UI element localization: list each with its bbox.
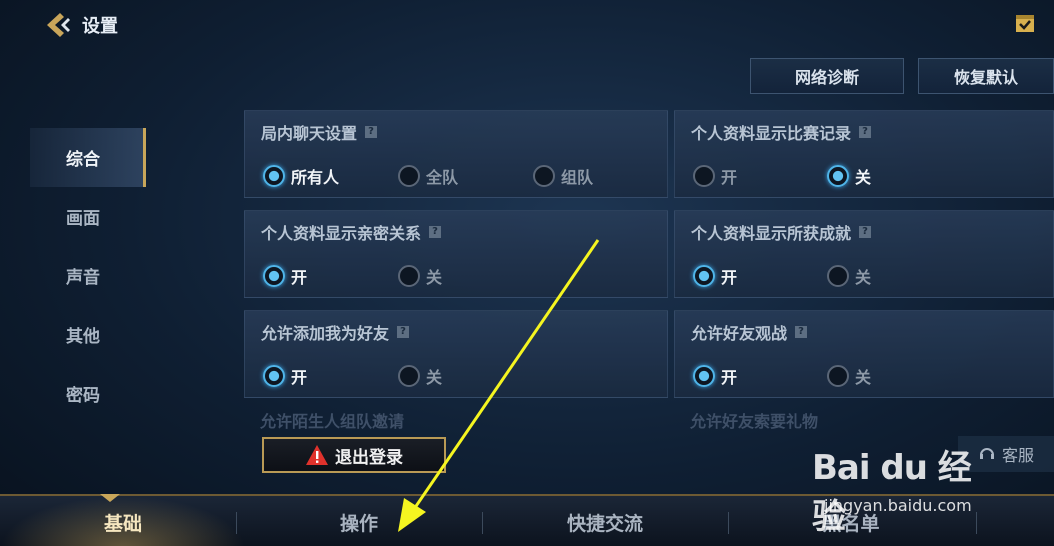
radio-dot bbox=[263, 165, 285, 187]
active-tab-caret bbox=[100, 494, 120, 502]
radio-add-friend-off[interactable]: 关 bbox=[398, 364, 442, 388]
watermark-url: jingyan.baidu.com bbox=[824, 496, 972, 515]
spectate-panel: 允许好友观战? 开 关 bbox=[674, 310, 1054, 398]
radio-achievements-on[interactable]: 开 bbox=[693, 264, 737, 288]
sidebar-item-graphics[interactable]: 画面 bbox=[30, 187, 146, 246]
restore-default-button[interactable]: 恢复默认 bbox=[918, 58, 1054, 94]
radio-achievements-off[interactable]: 关 bbox=[827, 264, 871, 288]
help-icon[interactable]: ? bbox=[429, 226, 442, 238]
top-bar: 设置 bbox=[0, 0, 1054, 48]
panel-title: 允许添加我为好友 bbox=[261, 324, 390, 343]
tab-basic[interactable]: 基础 bbox=[0, 494, 246, 546]
panel-title: 个人资料显示所获成就 bbox=[691, 224, 852, 243]
help-icon[interactable]: ? bbox=[859, 226, 872, 238]
radio-dot bbox=[398, 365, 420, 387]
gift-request-title: 允许好友索要礼物 bbox=[690, 412, 819, 431]
baidu-watermark: Bai du 经验 jingyan.baidu.com bbox=[812, 436, 1002, 537]
radio-match-record-off[interactable]: 关 bbox=[827, 164, 871, 188]
sidebar: 综合 画面 声音 其他 密码 bbox=[30, 128, 146, 423]
radio-intimacy-off[interactable]: 关 bbox=[398, 264, 442, 288]
add-friend-panel: 允许添加我为好友? 开 关 bbox=[244, 310, 668, 398]
sidebar-item-other[interactable]: 其他 bbox=[30, 305, 146, 364]
panel-title: 允许好友观战 bbox=[691, 324, 788, 343]
tab-label: 基础 bbox=[103, 512, 142, 535]
back-icon[interactable] bbox=[44, 10, 74, 40]
radio-chat-team[interactable]: 全队 bbox=[398, 164, 458, 188]
radio-chat-party[interactable]: 组队 bbox=[533, 164, 593, 188]
radio-dot bbox=[263, 365, 285, 387]
achievements-panel: 个人资料显示所获成就? 开 关 bbox=[674, 210, 1054, 298]
mission-icon[interactable] bbox=[1014, 12, 1036, 34]
tab-label: 操作 bbox=[339, 512, 378, 535]
chat-setting-panel: 局内聊天设置? 所有人 全队 组队 bbox=[244, 110, 668, 198]
help-icon[interactable]: ? bbox=[365, 126, 378, 138]
network-diagnose-button[interactable]: 网络诊断 bbox=[750, 58, 904, 94]
radio-dot bbox=[398, 165, 420, 187]
radio-dot bbox=[693, 165, 715, 187]
tab-controls[interactable]: 操作 bbox=[236, 496, 482, 546]
warning-icon bbox=[306, 445, 328, 465]
stranger-invite-title: 允许陌生人组队邀请 bbox=[260, 412, 405, 431]
logout-label: 退出登录 bbox=[335, 447, 403, 468]
panel-title: 局内聊天设置 bbox=[261, 124, 358, 143]
radio-dot bbox=[263, 265, 285, 287]
radio-spectate-on[interactable]: 开 bbox=[693, 364, 737, 388]
radio-spectate-off[interactable]: 关 bbox=[827, 364, 871, 388]
help-icon[interactable]: ? bbox=[397, 326, 410, 338]
page-title: 设置 bbox=[82, 16, 118, 37]
sidebar-item-password[interactable]: 密码 bbox=[30, 364, 146, 423]
help-icon[interactable]: ? bbox=[859, 126, 872, 138]
radio-dot bbox=[693, 365, 715, 387]
radio-dot bbox=[693, 265, 715, 287]
radio-dot bbox=[827, 365, 849, 387]
match-record-panel: 个人资料显示比赛记录? 开 关 bbox=[674, 110, 1054, 198]
radio-dot bbox=[827, 265, 849, 287]
logout-button[interactable]: 退出登录 bbox=[262, 437, 446, 473]
radio-dot bbox=[398, 265, 420, 287]
radio-match-record-on[interactable]: 开 bbox=[693, 164, 737, 188]
panel-title: 个人资料显示亲密关系 bbox=[261, 224, 422, 243]
panel-title: 个人资料显示比赛记录 bbox=[691, 124, 852, 143]
baidu-logo: Bai du 经验 bbox=[812, 448, 972, 537]
sidebar-item-sound[interactable]: 声音 bbox=[30, 246, 146, 305]
intimacy-panel: 个人资料显示亲密关系? 开 关 bbox=[244, 210, 668, 298]
radio-dot bbox=[827, 165, 849, 187]
tab-label: 快捷交流 bbox=[566, 512, 643, 535]
customer-service-label: 客服 bbox=[1001, 446, 1034, 465]
help-icon[interactable]: ? bbox=[795, 326, 808, 338]
radio-dot bbox=[533, 165, 555, 187]
radio-chat-everyone[interactable]: 所有人 bbox=[263, 164, 339, 188]
sidebar-item-general[interactable]: 综合 bbox=[30, 128, 146, 187]
tab-quick-chat[interactable]: 快捷交流 bbox=[482, 496, 728, 546]
radio-intimacy-on[interactable]: 开 bbox=[263, 264, 307, 288]
radio-add-friend-on[interactable]: 开 bbox=[263, 364, 307, 388]
